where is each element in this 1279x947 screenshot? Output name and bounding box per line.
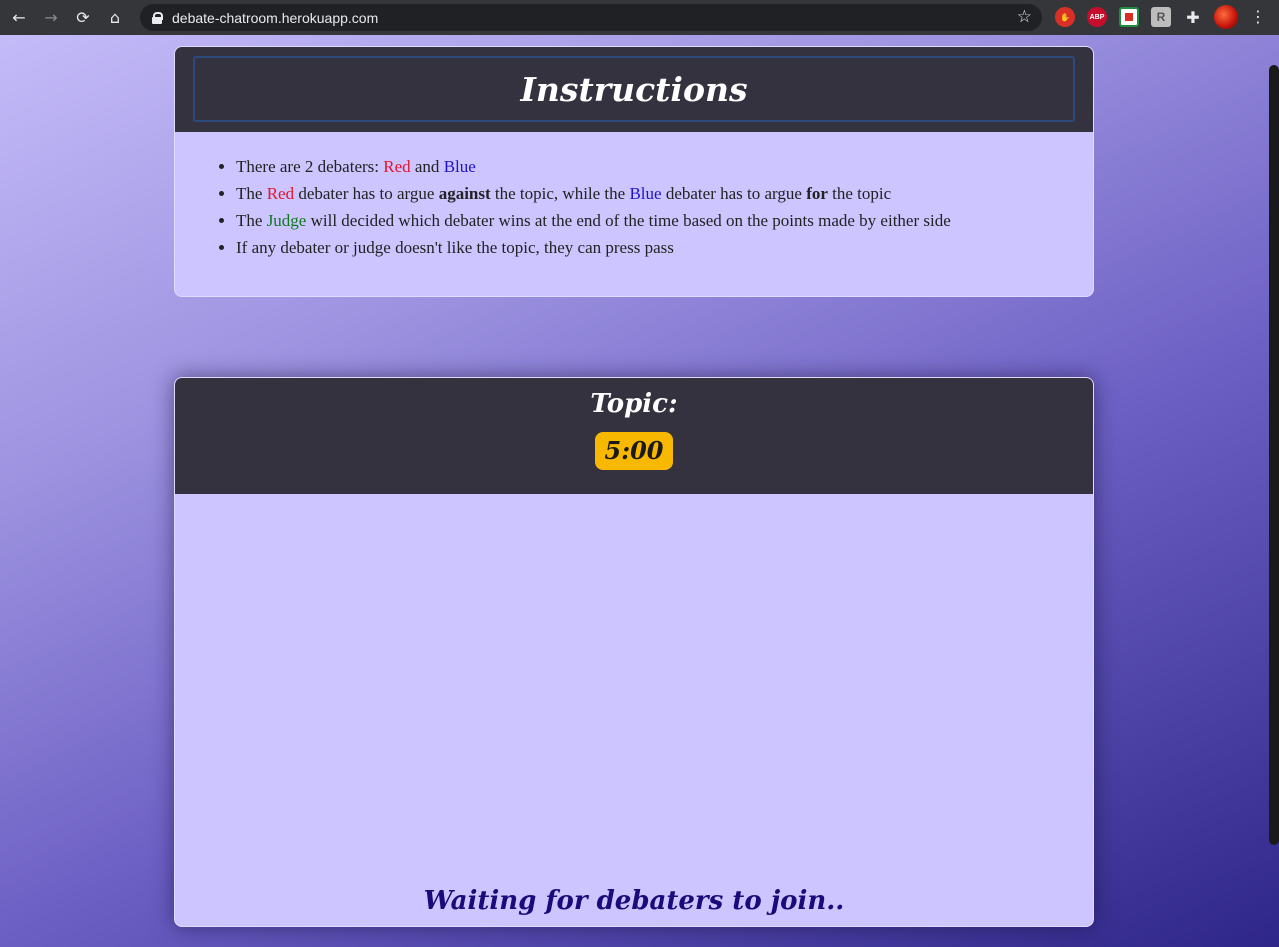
red-debater-label: Red [266, 184, 295, 203]
adblock-plus-extension-icon[interactable]: ABP [1087, 7, 1107, 27]
rule-text: the topic, while the [490, 184, 630, 203]
reload-icon[interactable]: ⟳ [70, 5, 96, 31]
blue-debater-label: Blue [443, 157, 476, 176]
chat-area: Waiting for debaters to join.. [175, 494, 1093, 926]
browser-menu-icon[interactable]: ⋮ [1250, 7, 1266, 26]
instructions-header: Instructions [175, 47, 1093, 132]
rule-text: the topic [827, 184, 892, 203]
stop-hand-extension-icon[interactable]: ✋ [1055, 7, 1075, 27]
page-scrollbar[interactable] [1269, 65, 1279, 845]
extensions-puzzle-icon[interactable]: ✚ [1183, 7, 1203, 27]
rule-text: The [236, 184, 267, 203]
debate-header: Topic: 5:00 [175, 378, 1093, 494]
rule-text: debater has to argue [661, 184, 807, 203]
timer-badge: 5:00 [594, 432, 674, 470]
rule-text: There are 2 debaters: [236, 157, 384, 176]
browser-toolbar: ← → ⟳ ⌂ debate-chatroom.herokuapp.com ☆ … [0, 0, 1279, 35]
topic-label: Topic: [590, 389, 678, 419]
rule-text: will decided which debater wins at the e… [306, 211, 951, 230]
rule-item: If any debater or judge doesn't like the… [236, 234, 1093, 261]
calendar-extension-icon[interactable] [1119, 7, 1139, 27]
address-bar[interactable]: debate-chatroom.herokuapp.com ☆ [140, 4, 1042, 31]
blue-debater-label: Blue [629, 184, 662, 203]
debate-room-card: Topic: 5:00 Waiting for debaters to join… [174, 377, 1094, 927]
bookmark-star-icon[interactable]: ☆ [1017, 7, 1032, 27]
forward-icon[interactable]: → [38, 5, 64, 31]
back-icon[interactable]: ← [6, 5, 32, 31]
rule-text: If any debater or judge doesn't like the… [236, 238, 674, 257]
against-emphasis: against [438, 184, 491, 203]
home-icon[interactable]: ⌂ [102, 5, 128, 31]
rule-text: and [410, 157, 444, 176]
for-emphasis: for [806, 184, 828, 203]
rule-item: The Red debater has to argue against the… [236, 180, 1093, 207]
rules-list: There are 2 debaters: Red and Blue The R… [175, 132, 1093, 261]
instructions-card: Instructions There are 2 debaters: Red a… [174, 46, 1094, 297]
judge-label: Judge [266, 211, 307, 230]
url-text[interactable]: debate-chatroom.herokuapp.com [172, 10, 378, 26]
rule-text: debater has to argue [294, 184, 439, 203]
waiting-status: Waiting for debaters to join.. [423, 886, 845, 916]
rule-text: The [236, 211, 267, 230]
instructions-title: Instructions [193, 56, 1075, 122]
profile-avatar[interactable] [1214, 5, 1238, 29]
lock-icon[interactable] [152, 11, 163, 24]
rule-item: The Judge will decided which debater win… [236, 207, 1093, 234]
r-extension-icon[interactable]: R [1151, 7, 1171, 27]
red-debater-label: Red [383, 157, 411, 176]
rule-item: There are 2 debaters: Red and Blue [236, 153, 1093, 180]
page-content: Instructions There are 2 debaters: Red a… [0, 35, 1279, 947]
